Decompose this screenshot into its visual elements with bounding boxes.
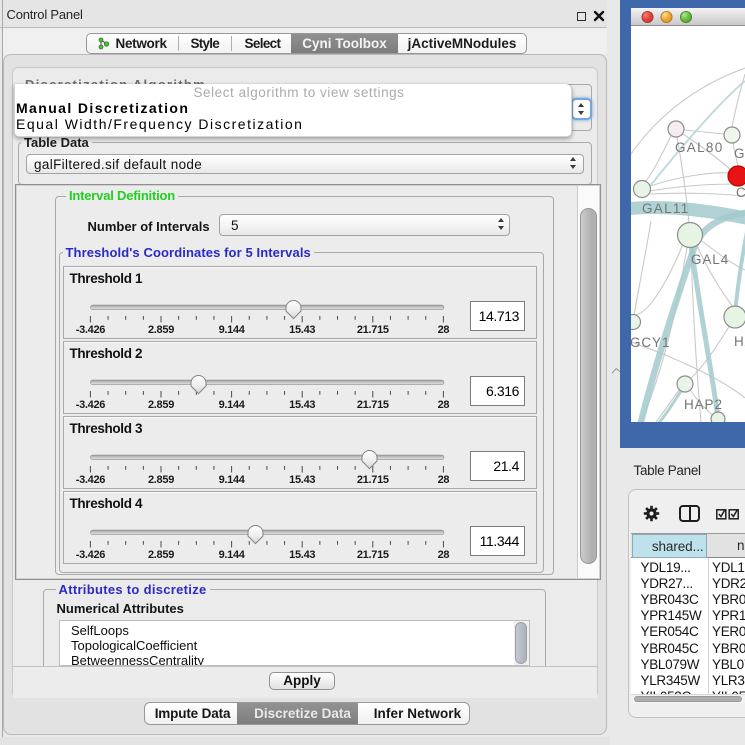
svg-text:21.715: 21.715: [356, 399, 388, 411]
svg-text:9.144: 9.144: [218, 324, 245, 336]
svg-text:28: 28: [437, 399, 449, 411]
svg-text:-3.426: -3.426: [75, 324, 105, 336]
svg-text:9.144: 9.144: [218, 474, 245, 486]
svg-text:2.859: 2.859: [147, 474, 173, 486]
svg-text:-3.426: -3.426: [75, 549, 105, 561]
svg-text:28: 28: [437, 474, 449, 486]
svg-text:-3.426: -3.426: [75, 474, 105, 486]
svg-text:HAP2: HAP2: [684, 397, 723, 412]
svg-text:C: C: [736, 185, 745, 200]
svg-text:21.715: 21.715: [356, 324, 388, 336]
svg-text:21.715: 21.715: [356, 474, 388, 486]
svg-text:15.43: 15.43: [289, 549, 315, 561]
svg-text:21.715: 21.715: [356, 549, 388, 561]
svg-text:15.43: 15.43: [289, 474, 315, 486]
svg-text:2.859: 2.859: [147, 399, 173, 411]
svg-text:GAL11: GAL11: [642, 201, 690, 216]
svg-text:15.43: 15.43: [289, 324, 315, 336]
svg-text:9.144: 9.144: [218, 399, 245, 411]
svg-text:GA: GA: [734, 146, 745, 161]
svg-text:HA: HA: [734, 334, 745, 349]
svg-text:2.859: 2.859: [147, 324, 173, 336]
svg-text:2.859: 2.859: [147, 549, 173, 561]
svg-text:28: 28: [437, 549, 449, 561]
svg-text:15.43: 15.43: [289, 399, 315, 411]
svg-text:GAL80: GAL80: [675, 140, 724, 155]
svg-text:GCY1: GCY1: [631, 335, 670, 350]
svg-text:-3.426: -3.426: [75, 399, 105, 411]
svg-text:GAL4: GAL4: [691, 252, 729, 267]
svg-text:28: 28: [437, 324, 449, 336]
svg-text:9.144: 9.144: [218, 549, 245, 561]
